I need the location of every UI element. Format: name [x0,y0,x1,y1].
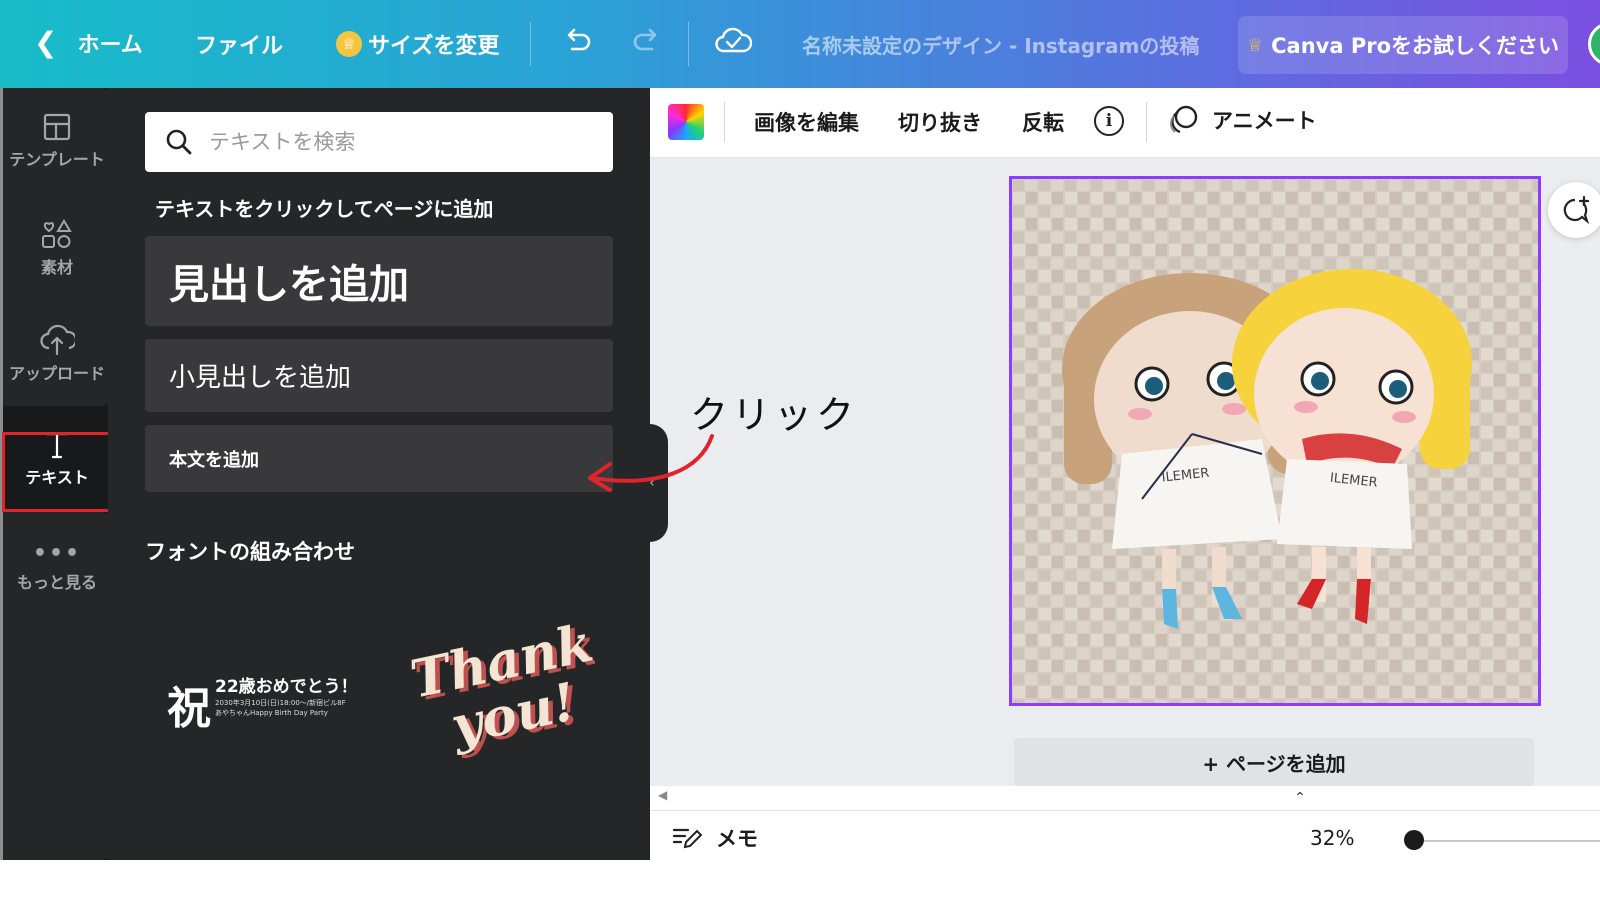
bottom-bar [650,810,1600,860]
flip-button[interactable]: 反転 [1022,107,1064,137]
zoom-slider-track[interactable] [1410,840,1600,842]
combo-line1: 22歳おめでとう！ [215,677,358,697]
undo-icon [567,28,591,51]
animate-icon [1170,105,1198,134]
crop-button[interactable]: 切り抜き [898,107,982,137]
notes-icon [672,828,702,849]
design-canvas-image[interactable]: ILEMER ILEMER [1009,176,1541,706]
combo-line2: 2030年3月10日(日)18:00〜/新宿ビル8F [215,699,346,707]
avatar[interactable] [1588,22,1600,66]
resize-label: サイズを変更 [368,34,500,59]
thank-you-lettering: Thank Thank you! you! [405,613,602,761]
divider [1146,102,1147,142]
color-swatch-button[interactable] [668,104,704,140]
notes-button[interactable]: メモ [672,823,758,853]
crown-icon: ♕ [336,31,362,57]
add-body-text-button[interactable]: 本文を追加 [145,425,613,492]
page-margin [0,860,1600,900]
scroll-left-icon: ◀ [658,788,668,802]
home-label: ホーム [77,32,143,58]
add-body-label: 本文を追加 [169,449,259,471]
text-search-input[interactable] [209,130,589,154]
divider [724,102,725,142]
zoom-slider-handle[interactable] [1404,830,1424,850]
dolls-photo: ILEMER ILEMER [1012,179,1538,703]
font-combinations-title: フォントの組み合わせ [145,540,355,564]
crown-icon: ♕ [1246,34,1264,56]
design-title[interactable]: 名称未設定のデザイン - Instagramの投稿 [802,30,1199,59]
more-icon: ••• [32,541,82,566]
rail-item-more[interactable]: ••• もっと見る [3,543,111,593]
annotation-arrow [588,434,714,492]
rail-item-uploads[interactable]: アップロード [3,324,111,384]
text-search-box[interactable] [145,112,613,172]
panel-hint: テキストをクリックしてページに追加 [155,197,494,221]
animate-label: アニメート [1212,109,1317,133]
rail-label-more: もっと見る [16,573,97,592]
add-heading-label: 見出しを追加 [169,262,409,308]
add-page-button[interactable]: + ページを追加 [1014,738,1534,786]
notes-label: メモ [716,827,758,851]
rail-label-uploads: アップロード [8,364,105,383]
combo-kanji: 祝 [167,683,211,734]
add-heading-button[interactable]: 見出しを追加 [145,236,613,326]
try-pro-button[interactable]: ♕ Canva Proをお試しください [1238,16,1568,74]
add-comment-button[interactable] [1548,182,1600,238]
horizontal-scrollbar[interactable]: ◀ [650,786,1600,810]
show-pages-toggle[interactable]: ⌃ [1240,790,1360,812]
top-bar: ❮ ホーム ファイル ♕ サイズを変更 名称未設定のデザイン - Instagr… [0,0,1600,88]
add-subheading-label: 小見出しを追加 [169,363,352,393]
edit-image-button[interactable]: 画像を編集 [754,107,859,137]
rail-item-templates[interactable]: テンプレート [3,112,111,170]
text-tab-highlight-box [2,432,121,512]
home-button[interactable]: ❮ ホーム [34,26,143,59]
file-menu-button[interactable]: ファイル [195,28,283,60]
redo-button[interactable] [630,24,664,58]
divider [688,22,689,66]
font-combo-thank-you[interactable]: Thank Thank you! you! [405,612,602,766]
chevron-up-icon: ⌃ [1294,790,1306,806]
comment-plus-icon [1563,195,1590,225]
rail-label-templates: テンプレート [9,150,105,169]
undo-button[interactable] [560,24,594,58]
save-status-button[interactable] [714,24,752,58]
upload-icon [40,324,75,356]
font-combo-birthday[interactable]: 祝 22歳おめでとう！ 2030年3月10日(日)18:00〜/新宿ビル8F あ… [167,670,358,734]
rail-label-elements: 素材 [40,258,73,277]
pro-label: Canva Proをお試しください [1271,34,1560,58]
elements-icon [42,219,72,248]
combo-line3: あやちゃんHappy Birth Day Party [215,709,328,717]
animate-button[interactable]: アニメート [1168,104,1317,136]
info-icon[interactable]: i [1094,106,1124,136]
rail-item-elements[interactable]: 素材 [3,218,111,278]
cloud-check-icon [715,27,752,53]
divider [530,22,531,66]
add-subheading-button[interactable]: 小見出しを追加 [145,339,613,412]
template-icon [43,113,71,141]
chevron-left-icon: ❮ [34,26,58,59]
resize-button[interactable]: ♕ サイズを変更 [336,28,499,60]
zoom-level[interactable]: 32% [1310,826,1354,850]
file-label: ファイル [195,34,284,59]
redo-icon [633,28,657,51]
search-icon [166,129,192,155]
